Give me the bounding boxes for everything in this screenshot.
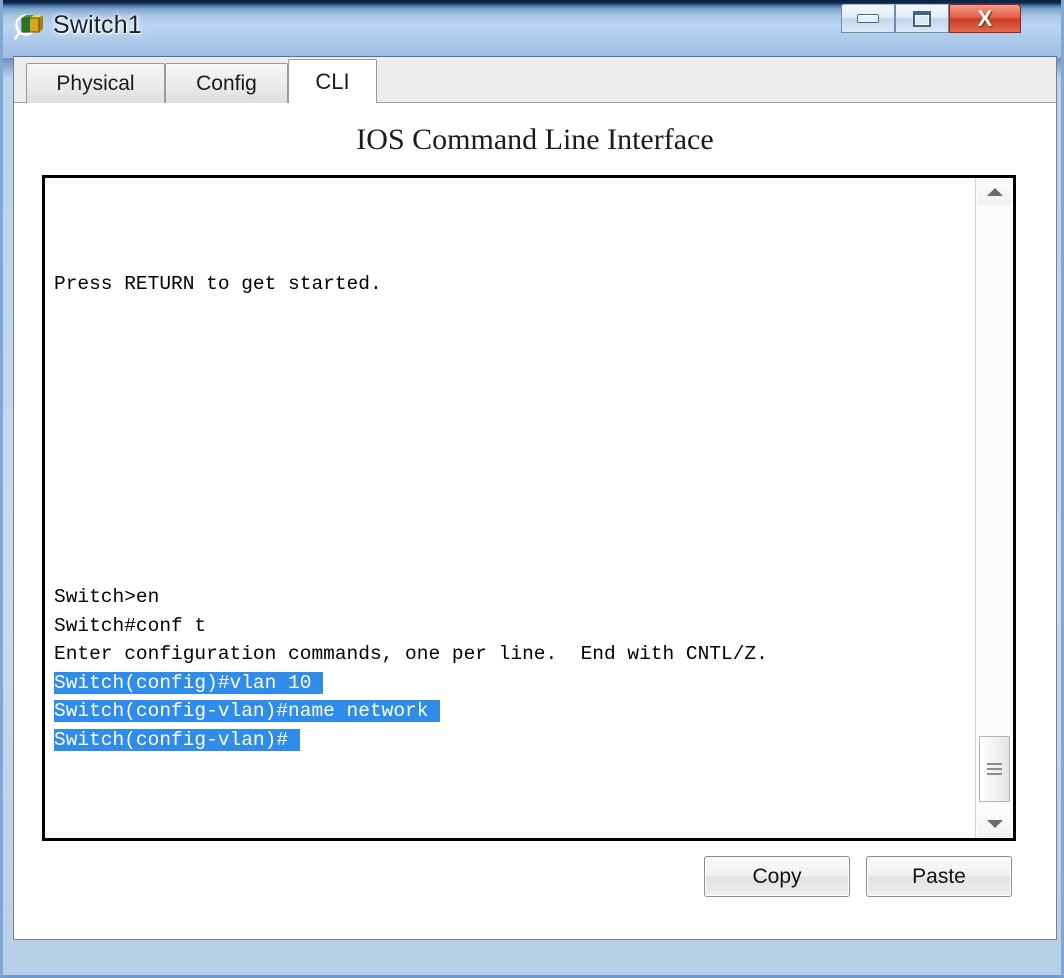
page-title: IOS Command Line Interface — [356, 123, 714, 156]
scroll-up-icon[interactable] — [978, 179, 1011, 205]
terminal-line: Enter configuration commands, one per li… — [54, 643, 768, 665]
minimize-button[interactable] — [841, 4, 895, 33]
terminal-scrollbar[interactable] — [975, 178, 1013, 838]
paste-button[interactable]: Paste — [866, 856, 1012, 897]
tab-physical[interactable]: Physical — [26, 63, 165, 103]
close-button[interactable]: X — [949, 4, 1021, 33]
copy-button-label: Copy — [752, 864, 802, 888]
application-window: Switch1 X Physical Config CLI IOS Comman… — [0, 0, 1064, 978]
title-bar[interactable]: Switch1 X — [3, 0, 1064, 56]
cli-output-text[interactable]: Press RETURN to get started. Switch>en Sw… — [45, 178, 975, 838]
maximize-icon — [913, 10, 931, 27]
terminal-line-selected: Switch(config-vlan)#name network — [54, 700, 441, 722]
tab-physical-label: Physical — [56, 71, 135, 95]
copy-button[interactable]: Copy — [704, 856, 850, 897]
cli-terminal[interactable]: Press RETURN to get started. Switch>en Sw… — [42, 175, 1016, 841]
terminal-line: Switch#conf t — [54, 614, 207, 637]
terminal-line: Switch(config)#vlan 10 — [54, 669, 975, 698]
terminal-line: Switch(config-vlan)# — [54, 726, 975, 755]
scrollbar-thumb[interactable] — [979, 736, 1010, 802]
terminal-line-selected: Switch(config)#vlan 10 — [54, 671, 324, 694]
terminal-line-selected: Switch(config-vlan)# — [54, 728, 300, 751]
terminal-line: Switch(config-vlan)#name network — [54, 697, 975, 726]
terminal-line: Switch>en — [54, 586, 160, 608]
tab-cli[interactable]: CLI — [288, 59, 377, 103]
close-icon: X — [977, 5, 993, 31]
window-title: Switch1 — [53, 11, 142, 39]
tab-strip: Physical Config CLI — [14, 57, 1056, 103]
terminal-line: Press RETURN to get started. — [54, 272, 382, 295]
tab-config-label: Config — [196, 71, 257, 95]
packet-tracer-device-icon — [14, 14, 43, 40]
tab-cli-label: CLI — [315, 68, 350, 94]
paste-button-label: Paste — [912, 864, 966, 888]
maximize-button[interactable] — [895, 4, 949, 33]
window-client-area: Physical Config CLI IOS Command Line Int… — [13, 56, 1057, 940]
minimize-icon — [857, 14, 879, 23]
tab-config[interactable]: Config — [165, 63, 288, 103]
scroll-down-icon[interactable] — [978, 811, 1011, 837]
